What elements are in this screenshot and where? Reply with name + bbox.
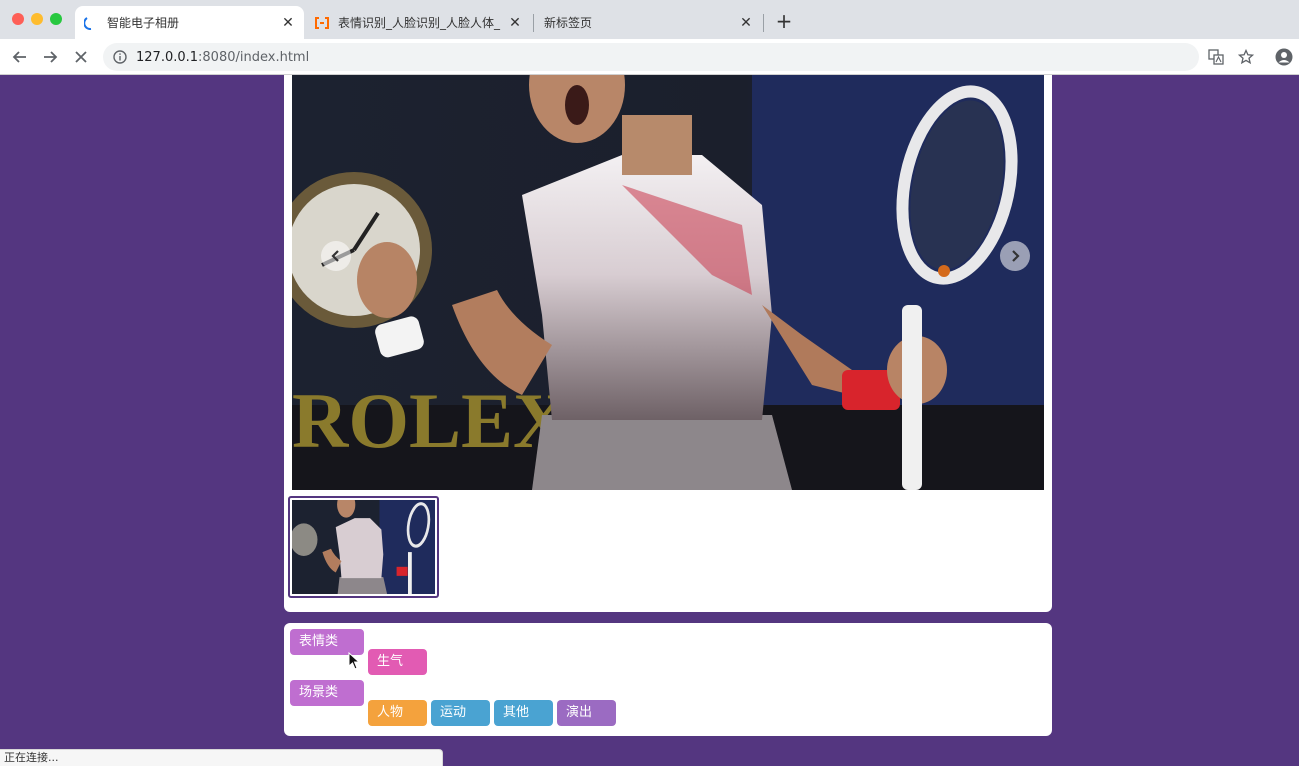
page-background: ROLEX 表情类 生气 场景类 人物 运动 其他 演出 — [0, 75, 1299, 766]
chevron-right-icon — [1012, 250, 1020, 262]
thumbnail-image — [292, 500, 435, 594]
tags-card: 表情类 生气 场景类 人物 运动 其他 演出 — [284, 623, 1052, 736]
main-photo: ROLEX — [292, 75, 1044, 490]
carousel-next-button[interactable] — [1000, 241, 1030, 271]
back-arrow-icon[interactable] — [10, 47, 30, 67]
tab-title: 智能电子相册 — [107, 16, 180, 30]
tab-smart-album[interactable]: 智能电子相册 ✕ — [75, 6, 304, 39]
mouse-cursor-icon — [348, 652, 360, 670]
tennis-player-photo: ROLEX — [292, 75, 1044, 490]
gallery-card: ROLEX — [284, 75, 1052, 612]
bookmark-star-icon[interactable] — [1236, 47, 1256, 67]
chevron-left-icon — [331, 250, 339, 262]
photo-thumbnail[interactable] — [288, 496, 439, 598]
window-minimize-button[interactable] — [31, 13, 43, 25]
translate-icon[interactable] — [1206, 47, 1226, 67]
url-path: :8080/index.html — [198, 49, 310, 65]
tab-separator — [533, 14, 534, 32]
tab-face-recognition[interactable]: 表情识别_人脸识别_人脸人体_ ✕ — [306, 6, 531, 39]
tag-angry[interactable]: 生气 — [368, 649, 427, 675]
tag-other[interactable]: 其他 — [494, 700, 553, 726]
info-circle-icon[interactable] — [112, 49, 128, 65]
tab-close-icon[interactable]: ✕ — [280, 15, 296, 31]
tab-close-icon[interactable]: ✕ — [507, 15, 523, 31]
window-close-button[interactable] — [12, 13, 24, 25]
loading-spinner-icon — [83, 15, 99, 31]
url-text: 127.0.0.1:8080/index.html — [136, 50, 309, 65]
new-tab-plus-icon[interactable]: + — [774, 11, 794, 31]
browser-toolbar: 127.0.0.1:8080/index.html — [0, 39, 1299, 75]
tag-sport[interactable]: 运动 — [431, 700, 490, 726]
status-bar: 正在连接... — [0, 749, 443, 766]
tab-title: 新标签页 — [544, 16, 593, 30]
tab-separator — [763, 14, 764, 32]
tag-category-scene[interactable]: 场景类 — [290, 680, 364, 706]
address-bar[interactable]: 127.0.0.1:8080/index.html — [103, 43, 1199, 71]
tag-person[interactable]: 人物 — [368, 700, 427, 726]
tab-close-icon[interactable]: ✕ — [738, 15, 754, 31]
rolex-background-text: ROLEX — [292, 377, 569, 464]
window-zoom-button[interactable] — [50, 13, 62, 25]
tag-performance[interactable]: 演出 — [557, 700, 616, 726]
forward-arrow-icon[interactable] — [40, 47, 60, 67]
profile-avatar-icon[interactable] — [1274, 47, 1294, 67]
tab-title: 表情识别_人脸识别_人脸人体_ — [338, 16, 501, 30]
brackets-favicon-icon — [314, 15, 330, 31]
stop-loading-x-icon[interactable] — [71, 47, 91, 67]
browser-tabstrip: 智能电子相册 ✕ 表情识别_人脸识别_人脸人体_ ✕ 新标签页 ✕ + — [0, 0, 1299, 39]
carousel-prev-button[interactable] — [321, 241, 351, 271]
url-host: 127.0.0.1 — [136, 49, 199, 65]
tab-new-tab-page[interactable]: 新标签页 ✕ — [536, 6, 762, 39]
